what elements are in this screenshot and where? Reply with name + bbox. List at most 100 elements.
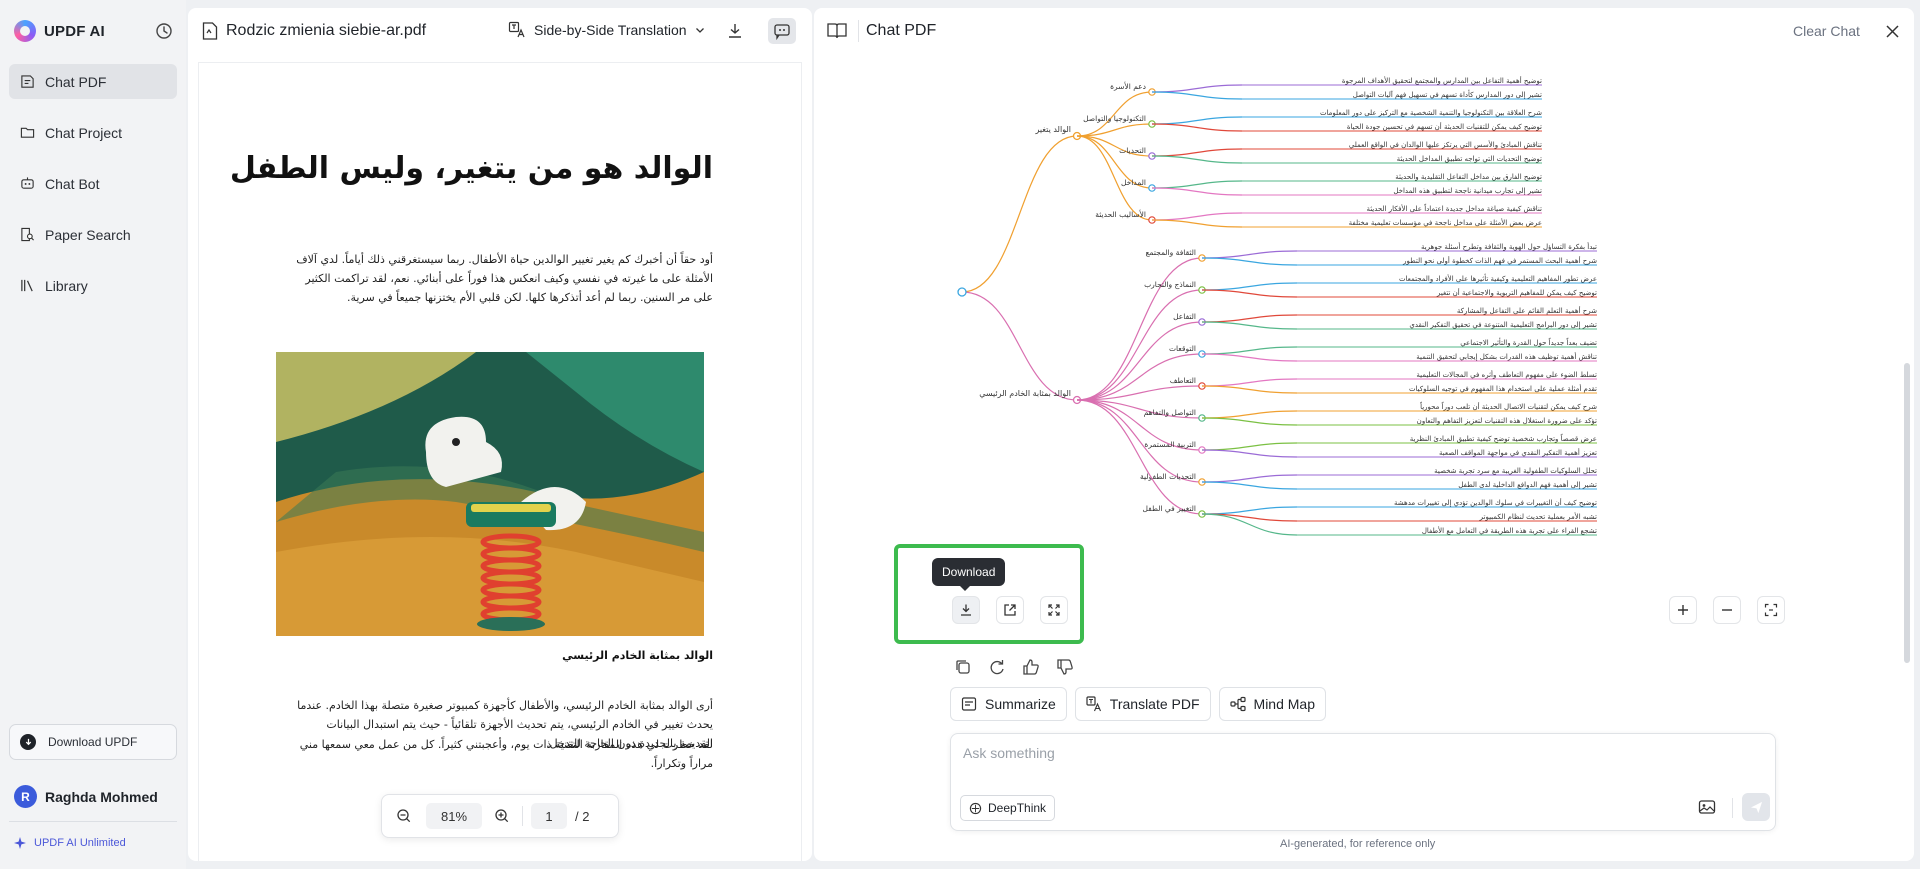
send-button[interactable]	[1742, 793, 1770, 821]
chat-scrollbar[interactable]	[1904, 363, 1910, 663]
mindmap-link	[1201, 321, 1298, 330]
page-number-input[interactable]: 1	[531, 803, 567, 829]
sidebar-item-chat-pdf[interactable]: Chat PDF	[9, 64, 177, 99]
plus-icon	[1678, 605, 1688, 615]
sidebar-item-label: Chat Bot	[45, 175, 100, 192]
mind-map-button[interactable]: Mind Map	[1218, 687, 1326, 721]
download-updf-button[interactable]: Download UPDF	[9, 724, 177, 760]
bot-icon	[21, 177, 34, 189]
mindmap-link	[1151, 84, 1243, 93]
mindmap-root-node	[957, 287, 967, 297]
deepthink-label: DeepThink	[988, 801, 1047, 815]
mindmap-link	[1201, 314, 1298, 323]
user-profile[interactable]: R Raghda Mohmed	[14, 785, 158, 808]
mindmap-node-label: التفاعل	[1173, 312, 1196, 321]
mindmap-link	[961, 135, 1078, 293]
mindmap-link	[1201, 346, 1298, 355]
summarize-button[interactable]: Summarize	[950, 687, 1067, 721]
mindmap-leaf-label: توضيح التحديات التي تواجه تطبيق المداخل …	[1397, 155, 1542, 163]
mindmap-leaf-label: تحلل السلوكيات الطفولية الغريبة مع سرد ت…	[1434, 467, 1597, 475]
mindmap-link	[1201, 385, 1298, 394]
mindmap-node-label: الأساليب الحديثة	[1095, 209, 1146, 219]
zoom-in-icon[interactable]	[494, 808, 510, 824]
mind-map[interactable]: الوالد يتغير الوالد بمثابة الخادم الرئيسي…	[952, 70, 1789, 580]
mindmap-node-label: المداخل	[1121, 178, 1146, 187]
mindmap-leaf-label: تقدم أمثلة عملية على استخدام هذا المفهوم…	[1409, 384, 1597, 393]
playground-photo	[276, 352, 704, 636]
sidebar-item-label: Paper Search	[45, 226, 131, 243]
chat-title: Chat PDF	[866, 22, 937, 39]
history-icon[interactable]	[155, 22, 173, 40]
thumbs-up-icon[interactable]	[1022, 658, 1040, 676]
copy-icon[interactable]	[954, 658, 972, 676]
mindmap-leaf-label: تناقش أهمية توظيف هذه القدرات بشكل إيجاب…	[1416, 352, 1597, 361]
zoom-level[interactable]: 81%	[426, 803, 482, 829]
mindmap-leaf-label: شرح أهمية التعلم القائم على التفاعل والم…	[1457, 306, 1597, 315]
mindmap-node-label: التعاطف	[1170, 376, 1196, 385]
mindmap-leaf-label: تضيف بعداً جديداً حول القدرة والتأثير ال…	[1460, 337, 1597, 347]
document-paragraph: أود حقاً أن أخبرك كم يغير تغيير الوالدين…	[296, 253, 713, 304]
clear-chat-button[interactable]: Clear Chat	[1793, 23, 1860, 39]
sidebar-item-paper-search[interactable]: Paper Search	[9, 217, 177, 252]
mind-map-label: Mind Map	[1253, 696, 1315, 712]
mindmap-link	[1201, 506, 1298, 515]
fit-screen-icon	[1764, 603, 1778, 617]
mindmap-node-label: التحديات	[1119, 146, 1146, 155]
toggle-chat-button[interactable]	[768, 18, 796, 44]
mindmap-leaf-label: تسلط الضوء على مفهوم التعاطف وأثره في ال…	[1416, 370, 1597, 379]
ask-input[interactable]	[963, 745, 1743, 761]
book-icon[interactable]	[826, 21, 848, 41]
mindmap-leaf-label: عرض قصصاً وتجارب شخصية توضح كيفية تطبيق …	[1410, 433, 1597, 443]
mindmap-leaf-label: شرح العلاقة بين التكنولوجيا والتنمية الش…	[1320, 109, 1542, 117]
sidebar-nav: Chat PDF Chat Project Chat Bot Paper Sea…	[9, 64, 177, 319]
quick-actions: Summarize Translate PDF Mind Map	[950, 687, 1326, 721]
zoom-out-icon[interactable]	[396, 808, 412, 824]
mindmap-link	[1151, 155, 1243, 164]
mindmap-leaf-label: توضيح أهمية التفاعل بين المدارس والمجتمع…	[1342, 76, 1542, 85]
mindmap-leaf-label: تبدأ بفكرة التساؤل حول الهوية والثقافة و…	[1421, 242, 1597, 251]
mindmap-node-label: التواصل والتفاهم	[1144, 408, 1196, 417]
deepthink-toggle[interactable]: DeepThink	[960, 795, 1056, 821]
thumbs-down-icon[interactable]	[1056, 658, 1074, 676]
mindmap-leaf-label: شرح كيف يمكن لتقنيات الاتصال الحديثة أن …	[1419, 401, 1597, 411]
download-updf-label: Download UPDF	[48, 735, 138, 749]
summarize-label: Summarize	[985, 696, 1056, 712]
translate-icon	[1086, 696, 1101, 712]
image-upload-icon[interactable]	[1698, 798, 1716, 816]
mindmap-leaf-label: توضيح الفارق بين مداخل التفاعل التقليدية…	[1395, 173, 1542, 181]
message-actions	[954, 658, 1074, 676]
mindmap-link	[1201, 378, 1298, 387]
mindmap-link	[1201, 289, 1298, 298]
download-pdf-icon[interactable]	[726, 22, 744, 40]
mindmap-zoom-in-button[interactable]	[1669, 596, 1697, 624]
input-divider	[1732, 798, 1733, 818]
mindmap-fit-button[interactable]	[1757, 596, 1785, 624]
mindmap-leaf-label: توضيح كيف أن التغييرات في سلوك الوالدين …	[1394, 498, 1597, 507]
translation-mode-dropdown[interactable]: Side-by-Side Translation	[508, 21, 705, 39]
regenerate-icon[interactable]	[988, 658, 1006, 676]
chat-pdf-icon	[21, 75, 34, 88]
brand[interactable]: UPDF AI	[14, 20, 105, 42]
library-icon	[21, 279, 33, 292]
mindmap-link	[1201, 417, 1298, 426]
plan-link[interactable]: UPDF AI Unlimited	[14, 837, 126, 849]
mindmap-link	[1151, 116, 1243, 125]
sidebar-item-library[interactable]: Library	[9, 268, 177, 303]
mindmap-leaf-label: تشير إلى أهمية فهم الدوافع الداخلية لدى …	[1458, 480, 1597, 489]
sidebar-item-chat-bot[interactable]: Chat Bot	[9, 166, 177, 201]
image-caption: الوالد بمثابة الخادم الرئيسي	[562, 649, 713, 662]
mindmap-node-label: التكنولوجيا والتواصل	[1083, 114, 1146, 123]
sidebar-item-chat-project[interactable]: Chat Project	[9, 115, 177, 150]
translate-pdf-button[interactable]: Translate PDF	[1074, 687, 1211, 721]
mindmap-link	[1201, 442, 1298, 451]
mindmap-zoom-out-button[interactable]	[1713, 596, 1741, 624]
mindmap-link	[1151, 219, 1243, 228]
mindmap-link	[1201, 250, 1298, 259]
mindmap-link	[1151, 123, 1243, 132]
zoom-pagination-bar: 81% 1 / 2	[381, 794, 619, 838]
sidebar-divider	[9, 821, 177, 822]
mindmap-leaf-label: توضيح كيف يمكن للتقنيات الحديثة أن تسهم …	[1347, 122, 1542, 131]
close-icon[interactable]	[1886, 25, 1899, 38]
app-name: UPDF AI	[44, 22, 105, 40]
mind-map-svg: الوالد يتغير الوالد بمثابة الخادم الرئيسي…	[957, 76, 1597, 536]
